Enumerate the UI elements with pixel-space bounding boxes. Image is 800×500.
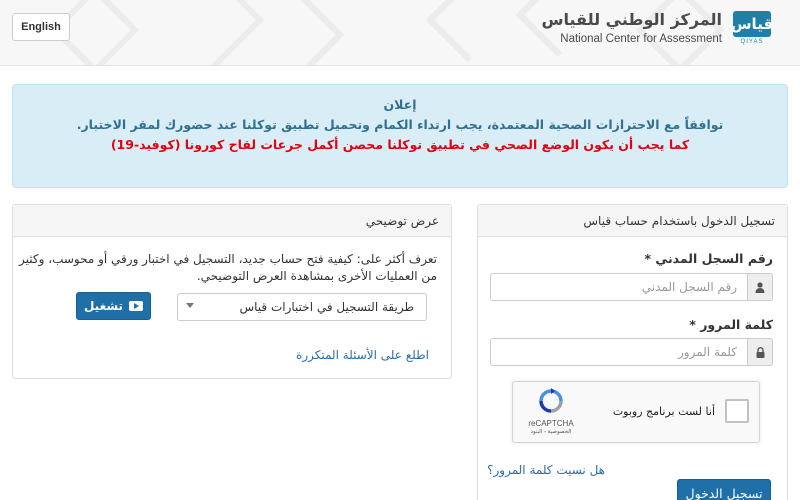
user-icon xyxy=(747,273,773,301)
announcement-warning: كما يجب أن يكون الوضع الصحي في تطبيق توك… xyxy=(110,137,690,152)
recaptcha-logo: reCAPTCHA الخصوصية - البنود xyxy=(521,388,581,435)
lock-icon xyxy=(747,338,773,366)
recaptcha-brand: reCAPTCHA xyxy=(528,419,574,428)
logo-subtext: QIYAS xyxy=(740,39,764,45)
national-id-input[interactable] xyxy=(490,273,747,301)
password-label: كلمة المرور * xyxy=(689,317,773,332)
national-id-label: رقم السجل المدني * xyxy=(644,251,773,266)
play-button-label: تشغيل xyxy=(83,299,124,313)
youtube-play-icon xyxy=(129,301,144,311)
qiyas-logo: قياس QIYAS xyxy=(731,11,773,45)
recaptcha-label: أنا لست برنامج روبوت xyxy=(612,405,715,418)
language-toggle-button[interactable]: English xyxy=(12,13,70,41)
demo-video-select[interactable]: طريقة التسجيل في اختبارات قياس xyxy=(177,293,427,321)
caret-down-icon xyxy=(186,303,194,308)
login-submit-button[interactable]: تسجيل الدخول xyxy=(677,479,771,500)
password-group xyxy=(490,338,773,366)
brand-name-english: National Center for Assessment xyxy=(560,33,722,45)
site-header: English المركز الوطني للقياس National Ce… xyxy=(0,0,800,66)
forgot-password-link[interactable]: هل نسيت كلمة المرور؟ xyxy=(487,463,605,477)
logo-mark: قياس xyxy=(731,11,773,37)
announcement-text: توافقاً مع الاحترازات الصحية المعتمدة، ي… xyxy=(76,117,724,132)
login-panel: تسجيل الدخول باستخدام حساب قياس رقم السج… xyxy=(477,204,788,500)
brand-text: المركز الوطني للقياس National Center for… xyxy=(541,10,722,46)
brand-name-arabic: المركز الوطني للقياس xyxy=(541,10,722,29)
play-button[interactable]: تشغيل xyxy=(76,292,151,320)
demo-panel-heading: عرض توضيحي xyxy=(13,205,451,237)
announcement-title: إعلان xyxy=(383,97,417,112)
recaptcha-icon xyxy=(539,388,563,413)
login-panel-heading: تسجيل الدخول باستخدام حساب قياس xyxy=(478,205,787,237)
announcement-alert: إعلان توافقاً مع الاحترازات الصحية المعت… xyxy=(12,84,788,188)
password-input[interactable] xyxy=(490,338,747,366)
recaptcha-checkbox[interactable] xyxy=(725,399,749,423)
national-id-group xyxy=(490,273,773,301)
brand[interactable]: المركز الوطني للقياس National Center for… xyxy=(541,8,773,48)
demo-description: تعرف أكثر على: كيفية فتح حساب جديد، التس… xyxy=(19,252,437,283)
recaptcha-widget: أنا لست برنامج روبوت reCAPTCHA الخصوصية … xyxy=(512,381,760,443)
demo-panel: عرض توضيحي تعرف أكثر على: كيفية فتح حساب… xyxy=(12,204,452,379)
faq-link[interactable]: اطلع على الأسئلة المتكررة xyxy=(296,348,429,362)
recaptcha-terms[interactable]: الخصوصية - البنود xyxy=(521,429,581,435)
demo-select-value: طريقة التسجيل في اختبارات قياس xyxy=(239,300,414,314)
